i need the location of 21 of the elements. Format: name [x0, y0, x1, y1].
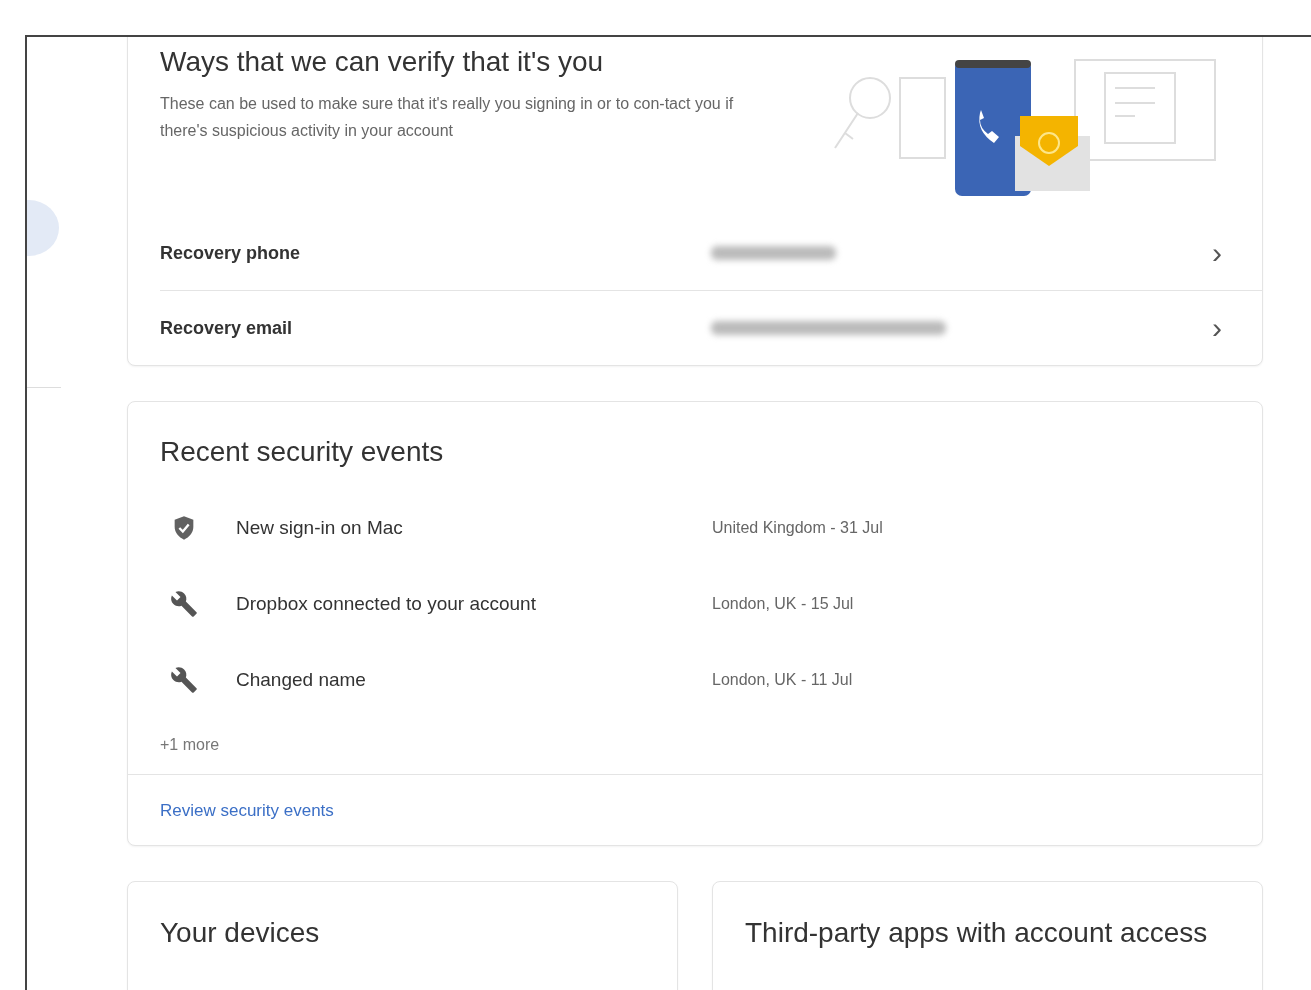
event-details: London, UK - 11 Jul [712, 671, 853, 689]
event-details: United Kingdom - 31 Jul [712, 519, 883, 537]
card-title: Recent security events [159, 436, 445, 468]
chevron-icon: › [1212, 313, 1222, 343]
chevron-icon: › [1212, 238, 1222, 268]
event-details: London, UK - 15 Jul [712, 595, 854, 613]
recovery-row[interactable]: Recovery email › [160, 290, 1262, 365]
event-title: Changed name [236, 669, 367, 691]
wrench-icon [170, 666, 198, 694]
row-label: Recovery email [160, 317, 294, 339]
row-label: Recovery phone [160, 242, 302, 264]
card-title: Third-party apps with account access [745, 916, 1209, 950]
review-events-link[interactable]: Review security events [160, 801, 334, 820]
event-title: New sign-in on Mac [236, 517, 404, 539]
recovery-row[interactable]: Recovery phone › [160, 216, 1262, 290]
event-title: Dropbox connected to your account [236, 593, 537, 615]
more-count: +1 more [159, 735, 221, 755]
card-title: Ways that we can verify that it's you [160, 46, 605, 78]
card-description: These can be used to make sure that it's really you signing in or to con-tact you if there's suspicious activity in your account [160, 94, 735, 141]
card-title: Your devices [160, 916, 321, 950]
wrench-icon [170, 590, 198, 618]
